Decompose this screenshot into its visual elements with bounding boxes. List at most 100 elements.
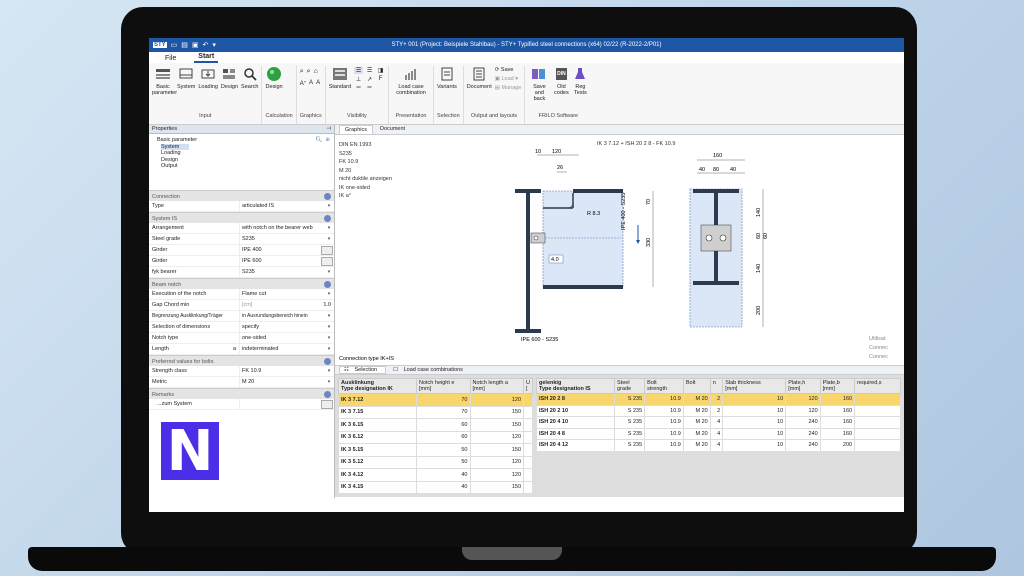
document-button[interactable]: Document [467, 66, 492, 90]
col-header[interactable]: Plate,h [mm] [785, 378, 821, 394]
toggle-icon-7[interactable]: ═ [354, 85, 363, 91]
dropdown-icon[interactable]: ▾ [324, 368, 334, 374]
toggle-icon-5[interactable]: ↗ [365, 76, 374, 83]
zoom-fit-icon[interactable]: ⌕ [307, 68, 311, 76]
col-header[interactable]: Notch height e [mm] [416, 378, 471, 394]
section-remarks[interactable]: Remarks [149, 388, 334, 399]
picker-icon[interactable] [321, 399, 333, 409]
section-connection[interactable]: Connection [149, 190, 334, 201]
table-row[interactable]: IK 3 4.12 40 120 [338, 468, 533, 482]
table-row[interactable]: ISH 20 4 8S 235 10.9 M 20 4 10 240 160 [536, 427, 901, 440]
table-row[interactable]: IK 3 5.12 50 120 [338, 455, 533, 469]
font-icon[interactable]: A [316, 80, 320, 87]
menu-file[interactable]: File [161, 55, 180, 63]
tree-item-output[interactable]: Output [161, 163, 326, 170]
dropdown-icon[interactable]: ▾ [324, 269, 334, 275]
prop-row[interactable]: Begrenzung Ausklinkung/Träger in Ausrundu… [149, 311, 334, 322]
loading-button[interactable]: Loading [198, 66, 218, 90]
col-header[interactable]: Bolt [682, 378, 711, 394]
prop-row[interactable]: Length a indeterminated ▾ [149, 344, 334, 355]
section-system-is[interactable]: System IS [149, 212, 334, 223]
table-row[interactable]: IK 3 7.12 70 120 [338, 393, 533, 407]
toggle-icon-4[interactable]: ⊥ [354, 76, 363, 83]
tab-selection[interactable]: ☷ Selection [339, 366, 387, 374]
tab-document[interactable]: Document [375, 125, 410, 134]
font-larger-icon[interactable]: Aᐩ [300, 80, 306, 87]
prop-row[interactable]: Steel grade S235 ▾ [149, 234, 334, 245]
dropdown-icon[interactable]: ▾ [324, 313, 334, 319]
col-header[interactable]: n [709, 378, 724, 394]
table-row[interactable]: ISH 20 2 8S 235 10.9 M 20 2 10 120 160 [536, 393, 901, 406]
search-button[interactable]: Search [241, 66, 258, 90]
table-row[interactable]: IK 3 4.15 40 150 [338, 480, 533, 494]
standard-button[interactable]: Standard [329, 66, 351, 90]
col-header[interactable]: required,s [854, 378, 901, 394]
graphics-canvas[interactable]: DIN EN 1993 S235 FK 10.9 M 20 nicht dukt… [335, 135, 904, 365]
dropdown-icon[interactable]: ▾ [324, 236, 334, 242]
toggle-icon-8[interactable]: ═ [365, 85, 374, 91]
toggle-icon-3[interactable]: ◨ [376, 67, 385, 74]
picker-icon[interactable] [321, 245, 333, 255]
col-header[interactable]: Notch length a [mm] [469, 378, 525, 394]
dropdown-icon[interactable]: ▾ [324, 225, 334, 231]
old-codes-button[interactable]: DIN Old codes [553, 66, 569, 96]
dropdown-icon[interactable]: ▾ [324, 203, 334, 209]
manage-layout-button[interactable]: ▤ Manage [495, 85, 522, 91]
col-header[interactable]: Plate,b [mm] [819, 378, 856, 394]
section-beam-notch[interactable]: Beam notch [149, 278, 334, 289]
prop-row[interactable]: Execution of the notch Flame cut ▾ [149, 289, 334, 300]
save-layout-button[interactable]: ⟳ Save [495, 67, 522, 73]
dropdown-icon[interactable]: ▾ [324, 324, 334, 330]
search-icon[interactable]: 🔍︎ [315, 137, 322, 144]
toggle-icon-6[interactable]: F [376, 76, 385, 83]
design-calc-button[interactable]: Design [265, 66, 283, 90]
dropdown-icon[interactable]: ▾ [324, 379, 334, 385]
save-and-back-button[interactable]: Save and back [528, 66, 550, 102]
load-case-combination-button[interactable]: Load case combination [392, 66, 430, 96]
col-header[interactable]: gelenkig Type designation IS [536, 378, 615, 394]
dropdown-icon[interactable]: ▾ [324, 346, 334, 352]
table-row[interactable]: ISH 20 4 12 S 235 10.9 M 20 4 10 240 200 [536, 439, 901, 452]
tab-load-case-combinations[interactable]: ☐ Load case combinations [389, 367, 471, 373]
load-layout-button[interactable]: ▣ Load ▾ [495, 76, 522, 82]
dropdown-icon[interactable]: ▾ [324, 335, 334, 341]
system-button[interactable]: System [177, 66, 195, 90]
expand-icon[interactable]: ⊕ [325, 137, 330, 144]
collapse-icon[interactable] [324, 358, 331, 365]
col-header[interactable]: Slab thickness [mm] [722, 378, 787, 394]
tree-item-basic[interactable]: Basic parameter [157, 137, 326, 144]
col-header[interactable]: Ausklinkung Type designation IK [338, 378, 417, 394]
prop-row[interactable]: Arrangement with notch on the bearer web ▾ [149, 223, 334, 234]
pin-icon[interactable]: ⊣ [326, 126, 331, 132]
menu-start[interactable]: Start [194, 53, 219, 63]
table-row[interactable]: IK 3 7.15 70 150 [338, 405, 533, 419]
toggle-icon-2[interactable]: ☰ [365, 67, 374, 74]
collapse-icon[interactable] [324, 281, 331, 288]
table-row[interactable]: IK 3 5.15 50 150 [338, 443, 533, 457]
basic-parameter-button[interactable]: Basic parameter [152, 66, 177, 96]
table-row[interactable]: IK 3 6.15 60 150 [338, 418, 533, 432]
prop-row[interactable]: Gap Chord min [cm] 1.0 [149, 300, 334, 311]
toggle-icon-1[interactable]: ☰ [354, 67, 364, 74]
picker-icon[interactable] [321, 256, 333, 266]
collapse-icon[interactable] [324, 391, 331, 398]
design-input-button[interactable]: Design [221, 66, 238, 90]
collapse-icon[interactable] [324, 193, 331, 200]
section-bolts[interactable]: Preferred values for bolts [149, 355, 334, 366]
home-icon[interactable]: ⌂ [314, 68, 318, 76]
collapse-icon[interactable] [324, 215, 331, 222]
prop-row[interactable]: Selection of dimensions specify ▾ [149, 322, 334, 333]
tab-graphics[interactable]: Graphics [339, 125, 374, 134]
prop-row[interactable]: Girder IPE 600 [149, 256, 334, 267]
prop-row[interactable]: Strength class FK 10.9 ▾ [149, 366, 334, 377]
prop-row[interactable]: Metric M 20 ▾ [149, 377, 334, 388]
table-row[interactable]: ISH 20 4 10 S 235 10.9 M 20 4 10 240 160 [536, 416, 901, 429]
col-header[interactable]: Steel grade [613, 378, 646, 394]
prop-row[interactable]: ...zum System [149, 399, 334, 410]
table-row[interactable]: ISH 20 2 10 S 235 10.9 M 20 2 10 120 160 [536, 404, 901, 417]
prop-row[interactable]: Type articulated IS ▾ [149, 201, 334, 212]
prop-row[interactable]: fyk bearer S235 ▾ [149, 267, 334, 278]
col-header[interactable]: Bolt strength [644, 378, 684, 394]
reg-tests-button[interactable]: Reg Tests [572, 66, 588, 96]
font-smaller-icon[interactable]: A [309, 80, 313, 87]
